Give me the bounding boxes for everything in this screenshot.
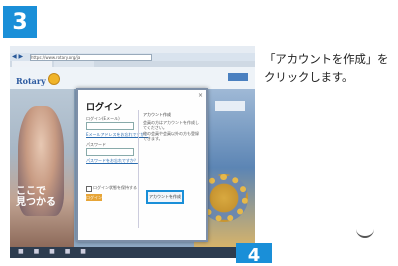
scroll-indicator-icon	[356, 228, 374, 238]
taskbar-icons[interactable]: ■ ■ ■ ■ ■	[18, 248, 90, 255]
step-4-badge: 4	[236, 243, 272, 266]
email-label: ログイン(Eメール)	[86, 116, 120, 121]
email-field[interactable]	[86, 122, 134, 130]
instruction-text: 「アカウントを作成」を クリックします。	[264, 50, 398, 86]
address-bar[interactable]: https://www.rotary.org/ja	[30, 54, 152, 61]
hero-caption-line-1: ここで	[16, 186, 46, 197]
password-field[interactable]	[86, 148, 134, 156]
dialog-divider	[138, 110, 139, 228]
close-icon[interactable]: ×	[198, 92, 203, 99]
remember-checkbox[interactable]	[86, 186, 92, 192]
hero-caption: ここで 見つかる	[16, 186, 56, 208]
description-line-1: 会員の方はアカウントを作成してください。	[143, 120, 199, 130]
rotary-wheel-icon	[48, 73, 60, 85]
instruction-line-2: クリックします。	[264, 70, 354, 84]
site-header	[10, 67, 255, 89]
login-dialog: × ログイン ログイン(Eメール) Eメールアドレスをお忘れですか？ パスワード…	[76, 88, 208, 242]
remember-label: ログイン状態を保持する	[93, 185, 137, 190]
hero-caption-line-2: 見つかる	[16, 197, 56, 208]
create-account-heading: アカウント作成	[143, 112, 171, 117]
create-account-description: 会員の方はアカウントを作成してください。 他の会員や会員以外の方も登録できます。	[143, 120, 201, 142]
hero-right-button[interactable]	[215, 101, 245, 111]
nav-buttons-icon[interactable]: ◀ ▶	[12, 54, 23, 60]
login-title: ログイン	[86, 103, 123, 113]
create-account-button[interactable]: アカウントを作成	[146, 190, 184, 204]
rotary-logo[interactable]: Rotary	[16, 76, 46, 86]
instruction-line-1: 「アカウントを作成」を	[264, 52, 389, 66]
login-button[interactable]: ログイン	[86, 194, 102, 201]
password-label: パスワード	[86, 142, 106, 147]
browser-titlebar	[10, 46, 255, 53]
description-line-2: 他の会員や会員以外の方も登録できます。	[143, 131, 199, 141]
step-3-badge: 3	[3, 6, 37, 38]
forgot-email-link[interactable]: Eメールアドレスをお忘れですか？	[86, 132, 148, 138]
header-button[interactable]	[228, 73, 248, 81]
screenshot-image: ◀ ▶ https://www.rotary.org/ja Rotary ここで…	[10, 46, 255, 258]
forgot-password-link[interactable]: パスワードをお忘れですか？	[86, 158, 138, 164]
